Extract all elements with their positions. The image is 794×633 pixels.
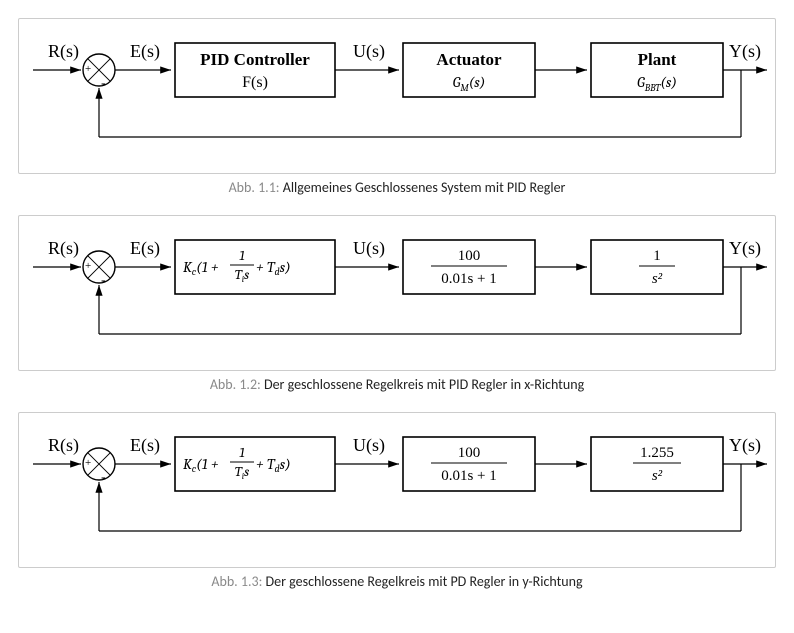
signal-R: R(s) bbox=[48, 238, 79, 259]
plus-sign: + bbox=[85, 457, 91, 469]
block1-sub: F(s) bbox=[242, 74, 268, 91]
signal-R: R(s) bbox=[48, 435, 79, 456]
plus-sign: + bbox=[85, 260, 91, 272]
block-diagram-3: R(s) + - E(s) Kc(1 + 1 Tis + Tds) U(s) bbox=[23, 419, 771, 559]
block2-sub: GM(s) bbox=[453, 73, 486, 94]
caption-text: Der geschlossene Regelkreis mit PID Regl… bbox=[264, 376, 584, 393]
svg-text:Kc(1 +: Kc(1 + bbox=[183, 258, 219, 278]
caption-label: Abb. 1.2: bbox=[210, 376, 261, 393]
minus-sign: - bbox=[101, 76, 106, 91]
minus-sign: - bbox=[101, 470, 106, 485]
caption-text: Allgemeines Geschlossenes System mit PID… bbox=[283, 179, 566, 196]
signal-Y: Y(s) bbox=[729, 238, 761, 259]
block3-num: 1 bbox=[653, 248, 661, 264]
signal-Y: Y(s) bbox=[729, 435, 761, 456]
signal-E: E(s) bbox=[130, 41, 160, 62]
signal-U: U(s) bbox=[353, 435, 385, 456]
block3-den: s² bbox=[652, 271, 663, 287]
page: R(s) + - E(s) PID Controller F(s) U(s) A… bbox=[0, 0, 794, 590]
block2-den: 0.01s + 1 bbox=[441, 468, 497, 484]
figure-1-3-caption: Abb. 1.3: Der geschlossene Regelkreis mi… bbox=[18, 574, 776, 591]
signal-E: E(s) bbox=[130, 238, 160, 259]
svg-text:Kc(1 +: Kc(1 + bbox=[183, 455, 219, 475]
block2-title: Actuator bbox=[436, 50, 502, 69]
block1-title: PID Controller bbox=[200, 50, 310, 69]
figure-1-3: R(s) + - E(s) Kc(1 + 1 Tis + Tds) U(s) bbox=[18, 412, 776, 568]
figure-1-2: R(s) + - E(s) Kc(1 + 1 Tis + Tds) U(s) bbox=[18, 215, 776, 371]
signal-U: U(s) bbox=[353, 41, 385, 62]
block3-title: Plant bbox=[638, 50, 677, 69]
caption-text: Der geschlossene Regelkreis mit PD Regle… bbox=[266, 573, 583, 590]
caption-label: Abb. 1.1: bbox=[229, 179, 280, 196]
block3-num: 1.255 bbox=[640, 445, 674, 461]
minus-sign: - bbox=[101, 273, 106, 288]
pid-formula: Kc(1 + 1 Tis + Tds) bbox=[183, 247, 291, 285]
svg-text:1: 1 bbox=[239, 247, 245, 264]
block2-den: 0.01s + 1 bbox=[441, 271, 497, 287]
signal-U: U(s) bbox=[353, 238, 385, 259]
svg-text:Tis: Tis bbox=[235, 266, 250, 285]
svg-text:+ Tds): + Tds) bbox=[256, 258, 291, 278]
block3-sub: GBBT(s) bbox=[637, 73, 677, 94]
signal-R: R(s) bbox=[48, 41, 79, 62]
svg-text:+ Tds): + Tds) bbox=[256, 455, 291, 475]
figure-1-1-caption: Abb. 1.1: Allgemeines Geschlossenes Syst… bbox=[18, 180, 776, 197]
signal-E: E(s) bbox=[130, 435, 160, 456]
block-diagram-2: R(s) + - E(s) Kc(1 + 1 Tis + Tds) U(s) bbox=[23, 222, 771, 362]
figure-1-2-caption: Abb. 1.2: Der geschlossene Regelkreis mi… bbox=[18, 377, 776, 394]
pid-formula: Kc(1 + 1 Tis + Tds) bbox=[183, 444, 291, 482]
block3-den: s² bbox=[652, 468, 663, 484]
caption-label: Abb. 1.3: bbox=[211, 573, 262, 590]
block-diagram-1: R(s) + - E(s) PID Controller F(s) U(s) A… bbox=[23, 25, 771, 165]
svg-text:Tis: Tis bbox=[235, 463, 250, 482]
block2-num: 100 bbox=[458, 248, 481, 264]
svg-text:1: 1 bbox=[239, 444, 245, 461]
signal-Y: Y(s) bbox=[729, 41, 761, 62]
block2-num: 100 bbox=[458, 445, 481, 461]
plus-sign: + bbox=[85, 63, 91, 75]
figure-1-1: R(s) + - E(s) PID Controller F(s) U(s) A… bbox=[18, 18, 776, 174]
